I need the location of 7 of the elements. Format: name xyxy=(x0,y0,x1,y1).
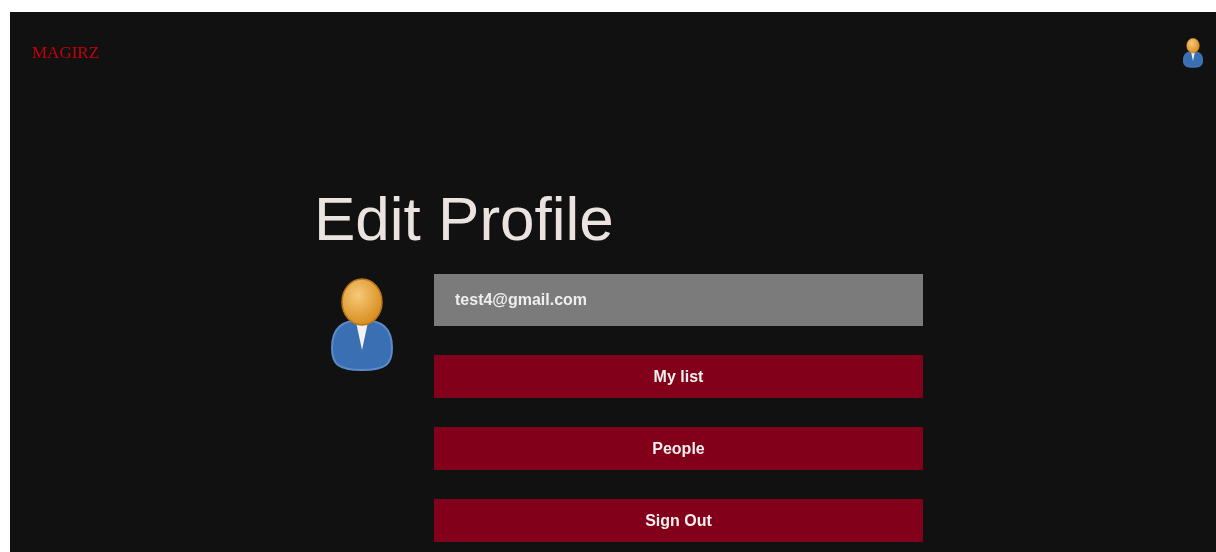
user-avatar-icon[interactable] xyxy=(1182,38,1204,68)
email-field[interactable]: test4@gmail.com xyxy=(434,274,923,326)
menu-button[interactable]: My list xyxy=(434,355,923,398)
menu-button[interactable]: Sign Out xyxy=(434,499,923,542)
menu-button[interactable]: People xyxy=(434,427,923,470)
profile-avatar-icon xyxy=(328,278,396,372)
page-title: Edit Profile xyxy=(314,184,615,254)
